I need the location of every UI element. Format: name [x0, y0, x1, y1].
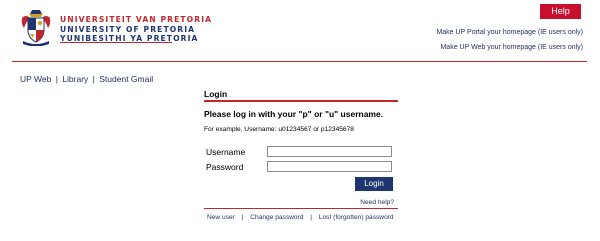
logo-divider [60, 42, 172, 43]
nav-link-library[interactable]: Library [62, 74, 88, 84]
login-title-divider [204, 100, 398, 102]
lost-password-link[interactable]: Lost (forgotten) password [319, 214, 394, 221]
username-label: Username [206, 147, 246, 157]
nav-link-student-gmail[interactable]: Student Gmail [99, 74, 153, 84]
password-label: Password [206, 162, 244, 172]
help-button[interactable]: Help [540, 4, 581, 19]
nav-separator: | [92, 74, 95, 84]
university-names: UNIVERSITEIT VAN PRETORIA UNIVERSITY OF … [60, 15, 212, 44]
change-password-link[interactable]: Change password [250, 214, 303, 221]
university-name-english: UNIVERSITY OF PRETORIA [60, 24, 196, 34]
university-crest-icon [21, 10, 51, 46]
make-web-homepage-link[interactable]: Make UP Web your homepage (IE users only… [440, 44, 583, 51]
account-links: New user | Change password | Lost (forgo… [207, 214, 394, 221]
university-name-afrikaans: UNIVERSITEIT VAN PRETORIA [60, 15, 213, 24]
login-title: Login [204, 89, 228, 99]
nav-link-up-web[interactable]: UP Web [20, 74, 51, 84]
footer-divider [204, 208, 398, 209]
new-user-link[interactable]: New user [207, 214, 235, 221]
footer-separator: | [310, 214, 312, 221]
login-prompt: Please log in with your "p" or "u" usern… [204, 109, 384, 119]
need-help-link[interactable]: Need help? [360, 199, 394, 206]
username-example: For example, Username: u01234567 or p123… [204, 126, 354, 133]
password-input[interactable] [267, 161, 392, 172]
make-portal-homepage-link[interactable]: Make UP Portal your homepage (IE users o… [436, 29, 583, 36]
footer-separator: | [241, 214, 244, 221]
top-nav: UP Web | Library | Student Gmail [20, 74, 153, 84]
login-button[interactable]: Login [355, 177, 393, 191]
header-divider [12, 61, 587, 62]
nav-separator: | [55, 74, 58, 84]
username-input[interactable] [267, 146, 392, 157]
